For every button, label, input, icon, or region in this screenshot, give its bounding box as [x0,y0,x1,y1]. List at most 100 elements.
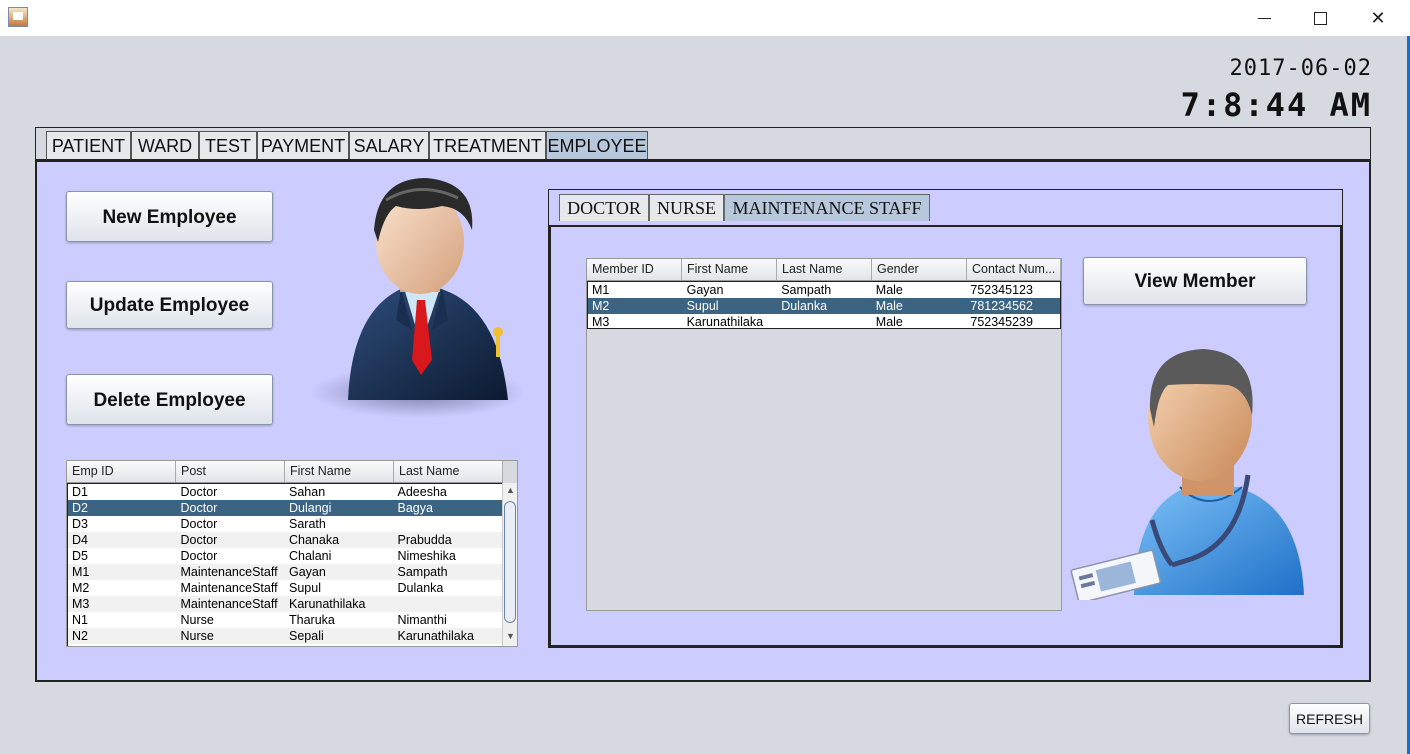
cell-emp-id: N2 [72,629,88,643]
cell-emp-id: M3 [72,597,90,611]
cell-post: Nurse [180,613,214,627]
cell-member-id: M2 [592,299,610,313]
cell-first-name: Sepali [289,629,324,643]
table-row-selected[interactable]: D2 Doctor Dulangi Bagya [68,500,502,516]
table-row-selected[interactable]: M2 Supul Dulanka Male 781234562 [588,298,1060,314]
refresh-button[interactable]: REFRESH [1289,703,1370,734]
cell-first-name: Sarath [289,517,326,531]
cell-gender: Male [875,283,903,297]
column-header-last-name[interactable]: Last Name [394,461,503,482]
table-row[interactable]: D5 Doctor Chalani Nimeshika [68,548,502,564]
table-row[interactable]: D3 Doctor Sarath [68,516,502,532]
cell-last-name: Sampath [781,283,832,297]
cell-emp-id: D4 [72,533,88,547]
date-display: 2017-06-02 [1229,56,1372,81]
table-row[interactable]: M2 MaintenanceStaff Supul Dulanka [68,580,502,596]
new-employee-button[interactable]: New Employee [66,191,273,242]
cell-emp-id: M2 [72,581,90,595]
cell-emp-id: M1 [72,565,90,579]
staff-with-badge-avatar-icon [1070,349,1304,600]
java-app-icon[interactable] [8,7,28,27]
tab-maintenance-staff[interactable]: MAINTENANCE STAFF [724,194,930,221]
column-header-member-id[interactable]: Member ID [587,259,682,280]
cell-post: MaintenanceStaff [180,581,278,595]
table-row[interactable]: M3 Karunathilaka Male 752345239 [588,314,1060,330]
view-member-button[interactable]: View Member [1083,257,1307,305]
update-employee-button[interactable]: Update Employee [66,281,273,329]
cell-last-name: Karunathilaka [397,629,474,643]
maximize-icon [1313,11,1327,25]
table-row[interactable]: D4 Doctor Chanaka Prabudda [68,532,502,548]
tab-salary[interactable]: SALARY [349,131,429,159]
cell-member-id: M1 [592,283,610,297]
tab-test[interactable]: TEST [199,131,257,159]
cell-last-name: Nimanthi [397,613,447,627]
table-row[interactable]: M1 MaintenanceStaff Gayan Sampath [68,564,502,580]
cell-emp-id: D3 [72,517,88,531]
table-row[interactable]: N1 Nurse Tharuka Nimanthi [68,612,502,628]
cell-emp-id: D5 [72,549,88,563]
scroll-thumb[interactable] [504,501,516,623]
tab-ward[interactable]: WARD [131,131,199,159]
tab-nurse[interactable]: NURSE [649,194,724,221]
cell-first-name: Dulangi [289,501,332,515]
title-bar: ✕ [0,0,1410,36]
cell-last-name: Sampath [397,565,448,579]
cell-contact-number: 781234562 [970,299,1033,313]
member-table-header: Member ID First Name Last Name Gender Co… [587,259,1061,281]
column-header-last-name[interactable]: Last Name [777,259,872,280]
tab-treatment[interactable]: TREATMENT [429,131,546,159]
cell-post: Doctor [180,501,218,515]
tab-payment[interactable]: PAYMENT [257,131,349,159]
column-header-contact-number[interactable]: Contact Num... [967,259,1061,280]
table-row[interactable]: D1 Doctor Sahan Adeesha [68,484,502,500]
cell-first-name: Chalani [289,549,332,563]
scroll-up-arrow-icon[interactable]: ▲ [503,483,517,498]
column-header-first-name[interactable]: First Name [682,259,777,280]
cell-post: Doctor [180,533,218,547]
cell-last-name: Adeesha [397,485,447,499]
cell-last-name: Prabudda [397,533,452,547]
minimize-icon [1257,17,1271,19]
cell-emp-id: D1 [72,485,88,499]
cell-last-name: Bagya [397,501,433,515]
tab-patient[interactable]: PATIENT [46,131,131,159]
cell-first-name: Sahan [289,485,326,499]
member-table[interactable]: Member ID First Name Last Name Gender Co… [586,258,1062,611]
column-header-post[interactable]: Post [176,461,285,482]
cell-first-name: Supul [686,299,719,313]
close-button[interactable]: ✕ [1350,0,1406,36]
cell-post: Doctor [180,485,218,499]
cell-last-name [777,314,872,330]
cell-emp-id: D2 [72,501,88,515]
delete-employee-button[interactable]: Delete Employee [66,374,273,425]
cell-post: MaintenanceStaff [180,597,278,611]
maximize-button[interactable] [1292,0,1348,36]
cell-emp-id: N1 [72,613,88,627]
cell-last-name: Nimeshika [397,549,456,563]
member-table-body: M1 Gayan Sampath Male 752345123 M2 Supul Dulan… [587,281,1061,329]
cell-post: Doctor [180,517,218,531]
tab-doctor[interactable]: DOCTOR [559,194,649,221]
employee-table[interactable]: Emp ID Post First Name Last Name D1 Docto… [66,460,518,647]
table-row[interactable]: M3 MaintenanceStaff Karunathilaka [68,596,502,612]
cell-gender: Male [875,315,903,329]
column-header-emp-id[interactable]: Emp ID [67,461,176,482]
cell-post: MaintenanceStaff [180,565,278,579]
cell-first-name: Karunathilaka [686,315,764,329]
column-header-gender[interactable]: Gender [872,259,967,280]
column-header-first-name[interactable]: First Name [285,461,394,482]
cell-post: Doctor [180,549,218,563]
cell-contact-number: 752345123 [970,283,1033,297]
cell-member-id: M3 [592,315,610,329]
cell-post: Nurse [180,629,214,643]
time-display: 7:8:44 AM [1180,86,1372,124]
scroll-down-arrow-icon[interactable]: ▼ [503,629,517,644]
table-row[interactable]: M1 Gayan Sampath Male 752345123 [588,282,1060,298]
minimize-button[interactable] [1236,0,1292,36]
employee-table-scrollbar[interactable]: ▲ ▼ [502,483,517,646]
table-row[interactable]: N2 Nurse Sepali Karunathilaka [68,628,502,644]
employee-table-header: Emp ID Post First Name Last Name [67,461,503,483]
cell-first-name: Gayan [289,565,326,579]
tab-employee[interactable]: EMPLOYEE [546,131,648,159]
